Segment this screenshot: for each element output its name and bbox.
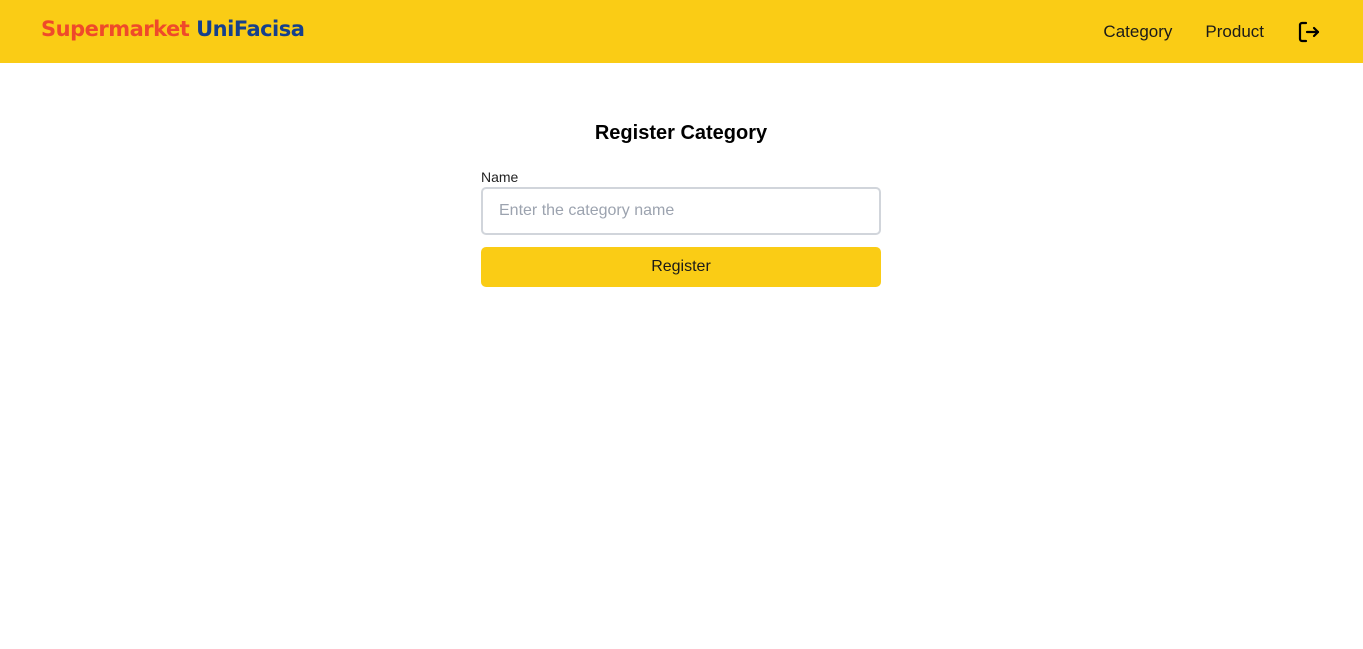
nav-link-category[interactable]: Category xyxy=(1103,22,1172,42)
navbar: Supermarket UniFacisa Category Product xyxy=(0,0,1363,63)
brand-logo[interactable]: Supermarket UniFacisa xyxy=(41,16,305,42)
nav-links: Category Product xyxy=(1103,0,1321,63)
brand-name-part1: Supermarket xyxy=(41,17,190,41)
logout-icon[interactable] xyxy=(1297,20,1321,44)
nav-link-product[interactable]: Product xyxy=(1205,22,1264,42)
brand-name-part2: UniFacisa xyxy=(196,17,305,41)
register-category-form: Register Category Name Register xyxy=(481,118,881,287)
page-title: Register Category xyxy=(594,122,768,144)
name-field-label: Name xyxy=(481,169,519,185)
register-button[interactable]: Register xyxy=(481,247,881,287)
category-name-input[interactable] xyxy=(481,187,881,235)
